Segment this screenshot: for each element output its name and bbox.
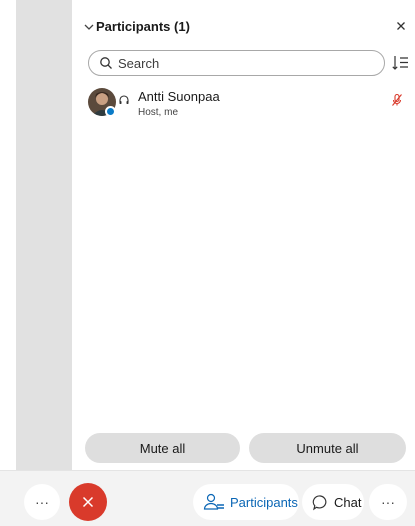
search-box[interactable]: [88, 50, 385, 76]
chat-button-label: Chat: [334, 494, 362, 510]
person-icon: [203, 493, 224, 510]
end-call-icon: [82, 496, 94, 508]
chat-button[interactable]: Chat: [302, 484, 364, 520]
participant-row[interactable]: Antti Suonpaa Host, me: [72, 82, 415, 122]
sort-icon[interactable]: [391, 54, 409, 72]
meeting-toolbar: ··· Participants Chat ···: [0, 470, 415, 526]
participants-button-label: Participants: [230, 494, 298, 510]
more-options-button[interactable]: ···: [24, 484, 60, 520]
close-icon[interactable]: [393, 18, 409, 34]
panel-header: Participants (1): [72, 0, 415, 48]
end-call-button[interactable]: [69, 483, 107, 521]
mic-muted-icon[interactable]: [390, 93, 404, 107]
toolbar-right-group: Participants Chat ···: [193, 484, 407, 520]
headset-icon: [118, 93, 130, 105]
participant-role: Host, me: [138, 107, 179, 118]
participants-button[interactable]: Participants: [193, 484, 299, 520]
status-badge: [105, 106, 116, 117]
panel-title: Participants (1): [96, 19, 190, 34]
more-toolbar-options-button[interactable]: ···: [369, 484, 407, 520]
search-icon: [99, 56, 113, 70]
participants-panel: Participants (1) Search Antti Suonpaa Ho…: [72, 0, 415, 470]
search-input[interactable]: [118, 52, 373, 74]
chevron-down-icon[interactable]: [82, 20, 96, 34]
left-gray-strip: [16, 0, 72, 470]
participant-name: Antti Suonpaa: [138, 89, 220, 104]
chat-bubble-icon: [312, 494, 327, 510]
mute-all-button[interactable]: Mute all: [85, 433, 240, 463]
unmute-all-button[interactable]: Unmute all: [249, 433, 406, 463]
